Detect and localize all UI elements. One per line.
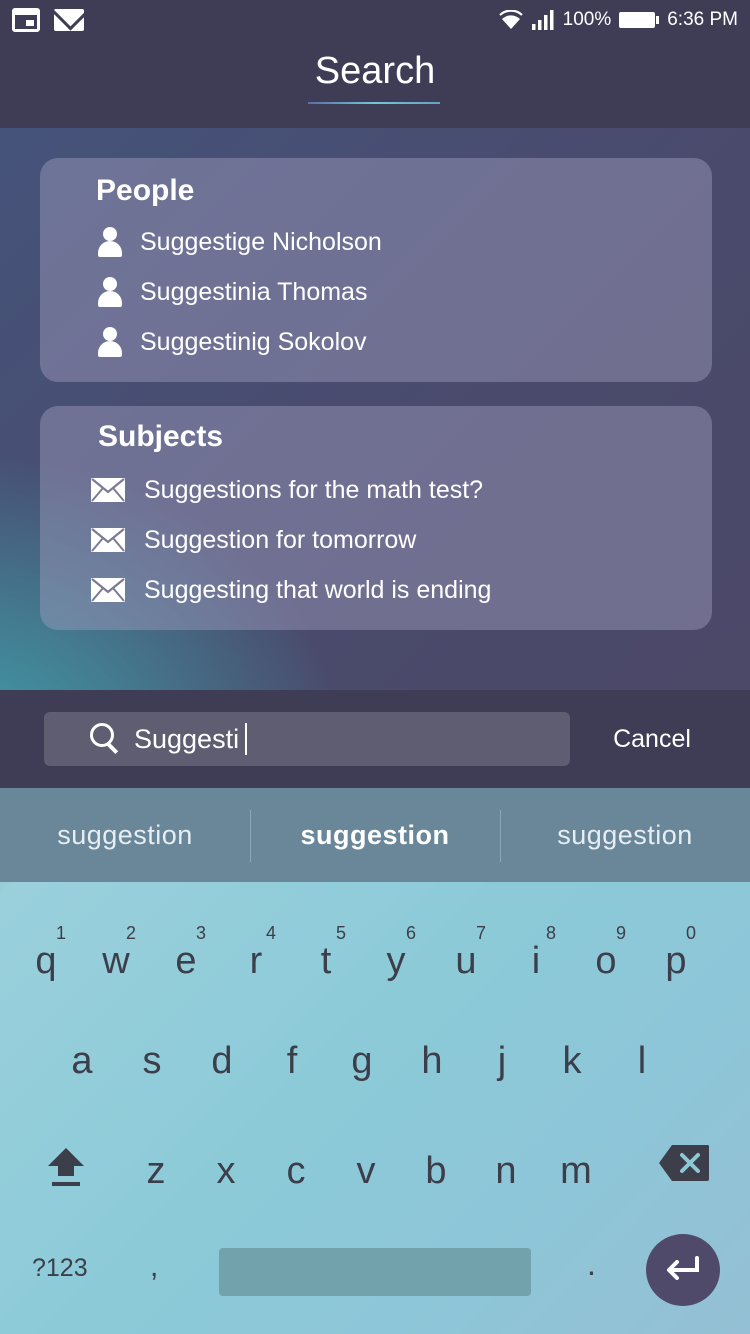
suggestion-center[interactable]: suggestion [250, 820, 500, 851]
people-result-item[interactable]: Suggestige Nicholson [96, 222, 382, 262]
comma-key[interactable]: , [150, 1250, 158, 1284]
key-a[interactable]: a [47, 882, 117, 1080]
envelope-icon [91, 478, 125, 502]
suggestion-divider [250, 810, 251, 862]
app-header: Search [0, 40, 750, 128]
person-name: Suggestige Nicholson [140, 227, 382, 256]
people-section-title: People [96, 174, 195, 207]
person-icon [96, 277, 124, 307]
suggestion-strip: suggestion suggestion suggestion [0, 788, 750, 882]
backspace-key[interactable] [658, 1144, 710, 1182]
signal-icon [531, 10, 554, 30]
subjects-section-title: Subjects [98, 420, 224, 453]
clock: 6:36 PM [667, 9, 738, 30]
return-icon [667, 1256, 699, 1280]
wifi-icon [498, 10, 523, 29]
cancel-button[interactable]: Cancel [600, 712, 704, 766]
keys-area: 1q 2w 3e 4r 5t 6y 7u 8i 9o 0p a s d f g … [0, 882, 750, 1334]
subject-title: Suggestions for the math test? [144, 475, 484, 504]
status-bar: 100% 6:36 PM [0, 0, 750, 40]
search-results: People Suggestige Nicholson Suggestinia … [0, 128, 750, 690]
subject-result-item[interactable]: Suggesting that world is ending [90, 570, 491, 610]
mail-icon [54, 9, 84, 31]
key-x[interactable]: x [191, 882, 261, 1190]
person-icon [96, 227, 124, 257]
key-v[interactable]: v [331, 882, 401, 1190]
period-key[interactable]: . [587, 1246, 596, 1283]
people-result-item[interactable]: Suggestinig Sokolov [96, 322, 367, 362]
subject-result-item[interactable]: Suggestions for the math test? [90, 470, 483, 510]
suggestion-right[interactable]: suggestion [500, 820, 750, 851]
key-n[interactable]: n [471, 882, 541, 1190]
page-title: Search [314, 50, 436, 92]
subject-title: Suggesting that world is ending [144, 575, 492, 604]
search-bar: Suggesti Cancel [0, 690, 750, 788]
subjects-card: Subjects Suggestions for the math test? … [40, 406, 712, 630]
envelope-icon [91, 578, 125, 602]
suggestion-divider [500, 810, 501, 862]
space-key[interactable] [219, 1248, 531, 1296]
subject-result-item[interactable]: Suggestion for tomorrow [90, 520, 416, 560]
text-cursor [245, 723, 248, 755]
key-z[interactable]: z [121, 882, 191, 1190]
key-l[interactable]: l [607, 882, 677, 1080]
search-input-value: Suggesti [134, 723, 240, 754]
calendar-icon [12, 8, 40, 32]
title-underline [308, 102, 440, 104]
suggestion-left[interactable]: suggestion [0, 820, 250, 851]
shift-key[interactable] [46, 1146, 86, 1190]
symbols-key[interactable]: ?123 [32, 1254, 88, 1283]
person-icon [96, 327, 124, 357]
person-name: Suggestinia Thomas [140, 277, 368, 306]
key-m[interactable]: m [541, 882, 611, 1190]
search-icon [90, 723, 122, 755]
people-card: People Suggestige Nicholson Suggestinia … [40, 158, 712, 382]
battery-icon [619, 12, 660, 28]
envelope-icon [91, 528, 125, 552]
battery-percentage: 100% [562, 9, 612, 30]
person-name: Suggestinig Sokolov [140, 327, 367, 356]
subject-title: Suggestion for tomorrow [144, 525, 417, 554]
people-result-item[interactable]: Suggestinia Thomas [96, 272, 367, 312]
on-screen-keyboard: suggestion suggestion suggestion 1q 2w 3… [0, 788, 750, 1334]
search-input[interactable]: Suggesti [44, 712, 570, 766]
enter-key[interactable] [646, 1234, 720, 1306]
key-c[interactable]: c [261, 882, 331, 1190]
key-b[interactable]: b [401, 882, 471, 1190]
